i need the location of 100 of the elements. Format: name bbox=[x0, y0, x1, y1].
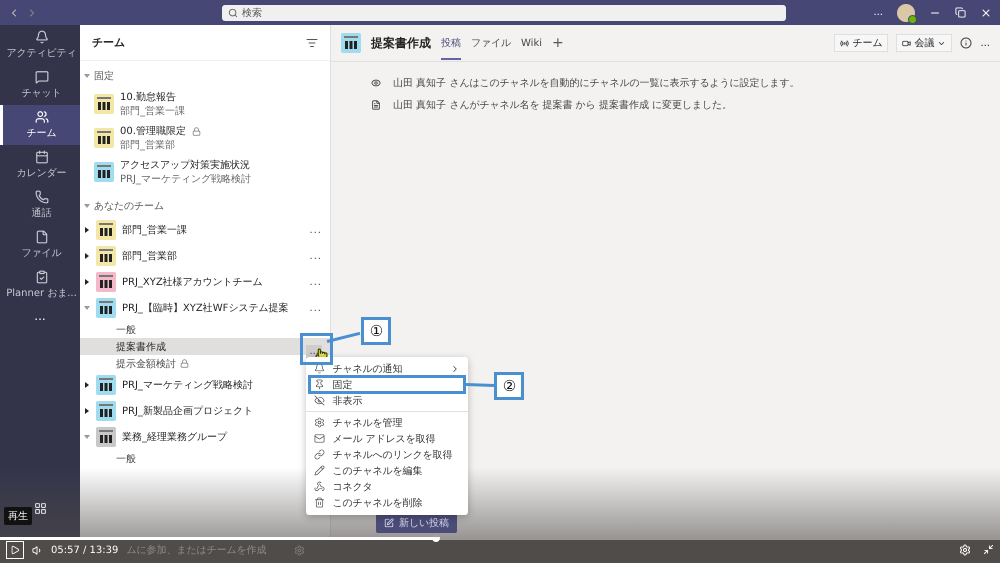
rail-item[interactable]: チャット bbox=[0, 65, 80, 105]
team-name[interactable]: PRJ_マーケティング戦略検討 bbox=[122, 378, 253, 392]
rail-icon bbox=[34, 110, 48, 124]
caret-icon[interactable] bbox=[85, 382, 89, 388]
info-icon[interactable] bbox=[960, 37, 972, 49]
tab[interactable]: Wiki bbox=[521, 28, 542, 58]
search-icon bbox=[228, 8, 238, 18]
apps-icon[interactable] bbox=[34, 502, 46, 515]
menu-item[interactable]: チャネルを管理 bbox=[306, 415, 468, 431]
pinned-channel[interactable]: 00.管理職限定 部門_営業部 bbox=[80, 121, 330, 155]
team-name[interactable]: 業務_経理業務グループ bbox=[122, 430, 227, 444]
team-icon bbox=[96, 220, 116, 240]
pinned-channel[interactable]: アクセスアップ対策実施状況 PRJ_マーケティング戦略検討 bbox=[80, 155, 330, 189]
menu-item[interactable]: チャネルへのリンクを取得 bbox=[306, 447, 468, 463]
broadcast-icon bbox=[840, 38, 850, 48]
team-button[interactable]: チーム bbox=[834, 34, 888, 52]
team-icon bbox=[94, 94, 114, 114]
meet-button[interactable]: 会議 bbox=[896, 34, 952, 52]
caret-icon[interactable] bbox=[85, 253, 89, 259]
menu-item[interactable]: このチャネルを編集 bbox=[306, 463, 468, 479]
lock-icon bbox=[180, 359, 189, 368]
progress-track[interactable] bbox=[0, 537, 1000, 540]
rail-item[interactable]: 通話 bbox=[0, 185, 80, 225]
menu-item-icon bbox=[314, 417, 326, 428]
rail-icon bbox=[34, 230, 48, 244]
more-button[interactable]: ... bbox=[980, 38, 990, 48]
menu-item-icon bbox=[314, 433, 326, 444]
channel-item[interactable]: 一般 bbox=[80, 321, 330, 338]
team-name: PRJ_マーケティング戦略検討 bbox=[120, 172, 251, 186]
team-icon bbox=[96, 298, 116, 318]
menu-item[interactable]: コネクタ bbox=[306, 479, 468, 495]
rail-item[interactable]: ファイル bbox=[0, 225, 80, 265]
menu-item-icon bbox=[314, 497, 326, 508]
rail-item[interactable]: カレンダー bbox=[0, 145, 80, 185]
section-heading[interactable]: あなたのチーム bbox=[94, 199, 164, 213]
video-icon bbox=[902, 38, 912, 48]
callout-label: ① bbox=[361, 317, 392, 345]
caret-icon[interactable] bbox=[85, 279, 89, 285]
restore-icon[interactable] bbox=[955, 7, 966, 18]
rail-icon bbox=[34, 190, 48, 204]
search-field[interactable]: 検索 bbox=[222, 4, 786, 20]
menu-item[interactable]: 固定 bbox=[306, 377, 468, 393]
volume-icon[interactable] bbox=[32, 544, 43, 556]
rail-icon bbox=[34, 270, 48, 284]
team-name[interactable]: 部門_営業一課 bbox=[122, 223, 187, 237]
settings-icon bbox=[294, 544, 306, 556]
team-icon bbox=[96, 427, 116, 447]
team-name[interactable]: 部門_営業部 bbox=[122, 249, 177, 263]
team-icon bbox=[341, 33, 361, 53]
rail-icon bbox=[34, 150, 48, 164]
more-button[interactable]: ... bbox=[309, 276, 322, 288]
rail-item[interactable]: チーム bbox=[0, 105, 80, 145]
menu-item-icon bbox=[314, 395, 326, 406]
team-icon bbox=[96, 375, 116, 395]
channel-name: 10.勤怠報告 bbox=[120, 90, 176, 104]
menu-item-icon bbox=[314, 449, 326, 460]
team-name[interactable]: PRJ_XYZ社様アカウントチーム bbox=[122, 275, 263, 289]
rail-icon bbox=[34, 70, 48, 84]
callout-label: ② bbox=[494, 372, 524, 400]
team-name[interactable]: PRJ_新製品企画プロジェクト bbox=[122, 404, 253, 418]
more-button[interactable]: ... bbox=[873, 7, 883, 18]
more-button[interactable]: ... bbox=[309, 302, 322, 314]
team-icon bbox=[94, 162, 114, 182]
progress-thumb[interactable] bbox=[432, 534, 440, 542]
menu-item[interactable]: このチャネルを削除 bbox=[306, 495, 468, 511]
more-button[interactable]: ... bbox=[309, 224, 322, 236]
team-icon bbox=[96, 401, 116, 421]
channel-name: アクセスアップ対策実施状況 bbox=[120, 158, 250, 172]
caret-icon[interactable] bbox=[85, 227, 89, 233]
system-message: 山田 真知子 さんはこのチャネルを自動的にチャネルの一覧に表示するように設定します。 bbox=[393, 76, 800, 90]
exit-fullscreen-icon[interactable] bbox=[983, 544, 994, 555]
rail-item[interactable]: Planner おま... bbox=[0, 265, 80, 305]
tooltip: 再生 bbox=[4, 507, 32, 525]
play-icon bbox=[10, 545, 20, 555]
avatar[interactable] bbox=[897, 4, 915, 22]
team-name: 部門_営業部 bbox=[120, 138, 176, 152]
compose-icon bbox=[384, 518, 394, 528]
team-icon bbox=[96, 272, 116, 292]
more-button[interactable]: ... bbox=[309, 250, 322, 262]
channel-name: 00.管理職限定 bbox=[120, 124, 186, 138]
menu-item[interactable]: 非表示 bbox=[306, 393, 468, 412]
channel-title: 提案書作成 bbox=[371, 34, 431, 52]
more-apps-button[interactable]: ... bbox=[0, 305, 80, 327]
play-button[interactable] bbox=[6, 541, 24, 559]
team-name[interactable]: PRJ_【臨時】XYZ社WFシステム提案 bbox=[122, 301, 288, 315]
add-tab-button[interactable]: + bbox=[552, 35, 564, 51]
tab[interactable]: 投稿 bbox=[441, 26, 461, 60]
new-post-button[interactable]: 新しい投稿 bbox=[376, 513, 457, 533]
pinned-channel[interactable]: 10.勤怠報告 部門_営業一課 bbox=[80, 87, 330, 121]
filter-icon[interactable] bbox=[306, 36, 318, 48]
menu-item[interactable]: メール アドレスを取得 bbox=[306, 431, 468, 447]
team-icon bbox=[94, 128, 114, 148]
caret-icon[interactable] bbox=[85, 408, 89, 414]
tab[interactable]: ファイル bbox=[471, 26, 511, 60]
system-message: 山田 真知子 さんがチャネル名を 提案書 から 提案書作成 に変更しました。 bbox=[393, 98, 732, 112]
close-icon[interactable] bbox=[980, 6, 992, 18]
menu-item-icon bbox=[314, 465, 326, 476]
section-heading[interactable]: 固定 bbox=[94, 69, 114, 83]
settings-icon[interactable] bbox=[959, 544, 971, 556]
rail-item[interactable]: アクティビティ bbox=[0, 25, 80, 65]
